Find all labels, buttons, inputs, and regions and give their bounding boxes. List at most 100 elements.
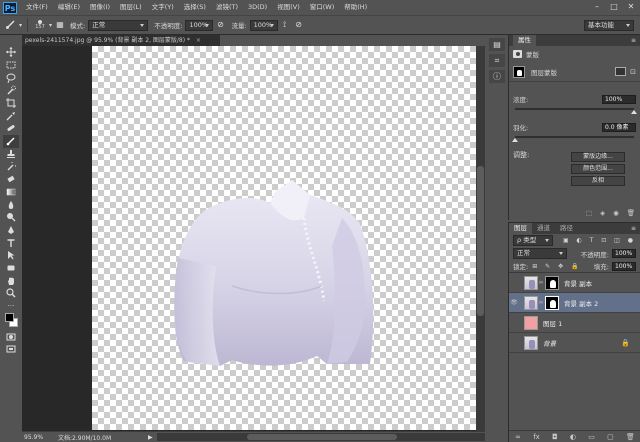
clone-stamp-tool-icon[interactable] — [3, 148, 19, 161]
vertical-scrollbar[interactable] — [476, 46, 485, 431]
layer-name[interactable]: 背景 — [543, 338, 556, 348]
menu-window[interactable]: 窗口(W) — [305, 0, 340, 15]
menu-edit[interactable]: 编辑(E) — [53, 0, 85, 15]
tab-channels[interactable]: 通道 — [532, 223, 555, 234]
brush-preset-picker[interactable]: 157 — [32, 20, 48, 30]
blur-tool-icon[interactable] — [3, 198, 19, 211]
density-slider-knob[interactable] — [631, 107, 637, 114]
gradient-tool-icon[interactable] — [3, 186, 19, 199]
brush-picker-arrow-icon[interactable]: ▾ — [49, 22, 52, 29]
layer-row[interactable]: 背景 🔒 — [509, 333, 640, 353]
tab-close-icon[interactable]: × — [196, 37, 201, 44]
hand-tool-icon[interactable] — [3, 274, 19, 287]
menu-filter[interactable]: 滤镜(T) — [211, 0, 243, 15]
layer-mask-thumb[interactable] — [513, 65, 525, 78]
foreground-color-swatch[interactable] — [5, 313, 14, 323]
layer-name[interactable]: 背景 副本 2 — [564, 298, 598, 308]
history-panel-icon[interactable]: ▤ — [489, 38, 505, 51]
color-range-button[interactable]: 颜色范围... — [571, 164, 625, 174]
mask-edge-button[interactable]: 蒙版边缘... — [571, 152, 625, 162]
trash-icon[interactable]: 🗑 — [626, 433, 635, 441]
new-layer-icon[interactable]: ▢ — [607, 433, 614, 441]
path-selection-tool-icon[interactable] — [3, 249, 19, 262]
pressure-size-icon[interactable]: ⊘ — [292, 18, 306, 32]
layer-row-selected[interactable]: 👁 ∞ 背景 副本 2 — [509, 293, 640, 313]
menu-help[interactable]: 帮助(H) — [339, 0, 372, 15]
visibility-eye-icon[interactable]: 👁 — [509, 299, 519, 306]
horizontal-scroll-thumb[interactable] — [246, 434, 397, 440]
history-brush-tool-icon[interactable] — [3, 160, 19, 173]
lock-icons[interactable]: ⊞ ✎ ✥ 🔒 — [532, 263, 581, 270]
menu-view[interactable]: 视图(V) — [272, 0, 305, 15]
marquee-tool-icon[interactable] — [3, 59, 19, 72]
layer-mask-thumbnail[interactable] — [545, 275, 559, 290]
status-arrow-icon[interactable]: ▶ — [148, 434, 153, 441]
menu-image[interactable]: 图像(I) — [85, 0, 115, 15]
layer-row[interactable]: ∞ 背景 副本 — [509, 273, 640, 293]
apply-mask-icon[interactable]: ◈ — [600, 209, 605, 220]
document-size-info[interactable]: 文档:2.90M/10.0M — [52, 433, 148, 442]
vertical-scroll-thumb[interactable] — [477, 166, 484, 316]
fx-icon[interactable]: fx — [533, 433, 540, 441]
tab-paths[interactable]: 路径 — [555, 223, 578, 234]
new-group-icon[interactable]: ▭ — [588, 433, 595, 441]
flow-field[interactable]: 100% — [249, 19, 278, 31]
pen-tool-icon[interactable] — [3, 224, 19, 237]
close-button[interactable]: ✕ — [624, 1, 638, 12]
menu-type[interactable]: 文字(Y) — [147, 0, 179, 15]
pixel-mask-button-icon[interactable] — [615, 67, 627, 76]
transparency-canvas[interactable] — [92, 46, 478, 430]
healing-brush-tool-icon[interactable] — [3, 122, 19, 135]
swatches-panel-icon[interactable]: ⌗ — [489, 54, 505, 67]
tab-properties[interactable]: 属性 — [513, 35, 536, 46]
layer-name[interactable]: 图层 1 — [543, 318, 562, 328]
mode-dropdown[interactable]: 正常 — [88, 19, 149, 31]
brush-tool-icon[interactable] — [3, 134, 19, 148]
maximize-button[interactable]: □ — [607, 1, 621, 12]
add-mask-icon[interactable]: ◘ — [552, 433, 558, 441]
vector-mask-button-icon[interactable]: ⊡ — [630, 68, 636, 76]
horizontal-scrollbar[interactable] — [156, 433, 485, 441]
move-tool-icon[interactable] — [3, 46, 19, 59]
document-tab[interactable]: pexels-2411574.jpg @ 95.9% (背景 副本 2, 图层蒙… — [22, 35, 220, 46]
menu-select[interactable]: 选择(S) — [179, 0, 211, 15]
menu-file[interactable]: 文件(F) — [21, 0, 53, 15]
menu-3d[interactable]: 3D(D) — [243, 0, 272, 15]
pressure-opacity-icon[interactable]: ⊘ — [213, 18, 227, 32]
load-selection-icon[interactable]: ⬚ — [586, 209, 592, 220]
screen-mode-icon[interactable] — [3, 343, 19, 356]
crop-tool-icon[interactable] — [3, 97, 19, 110]
mask-link-icon[interactable]: ∞ — [538, 279, 544, 286]
blend-mode-dropdown[interactable]: 正常 — [513, 248, 567, 259]
quick-selection-tool-icon[interactable] — [3, 84, 19, 97]
panel-menu-icon[interactable]: ≡ — [631, 37, 636, 44]
eyedropper-tool-icon[interactable] — [3, 109, 19, 122]
more-tools-icon[interactable]: ··· — [3, 300, 19, 313]
workspace-dropdown[interactable]: 基本功能 — [584, 19, 634, 31]
feather-slider-knob[interactable] — [512, 135, 518, 142]
delete-mask-icon[interactable]: 🗑 — [627, 209, 635, 220]
zoom-tool-icon[interactable] — [3, 287, 19, 300]
color-swatches[interactable] — [3, 312, 20, 330]
feather-field[interactable]: 0.0 像素 — [602, 122, 636, 132]
eraser-tool-icon[interactable] — [3, 173, 19, 186]
link-layers-icon[interactable]: ∞ — [515, 433, 521, 441]
zoom-level[interactable]: 95.9% — [22, 434, 52, 441]
info-panel-icon[interactable]: ⓘ — [489, 70, 505, 83]
lasso-tool-icon[interactable] — [3, 71, 19, 84]
type-tool-icon[interactable] — [3, 236, 19, 249]
invert-button[interactable]: 反相 — [571, 176, 625, 186]
layer-filter-dropdown[interactable]: ρ 类型 — [513, 235, 553, 246]
fill-field[interactable]: 100% — [612, 261, 636, 271]
shape-tool-icon[interactable] — [3, 262, 19, 275]
dodge-tool-icon[interactable] — [3, 211, 19, 224]
brush-tool-icon[interactable] — [4, 18, 18, 32]
layers-panel-menu-icon[interactable]: ≡ — [631, 225, 640, 232]
document-canvas-area[interactable] — [22, 46, 485, 431]
menu-layer[interactable]: 图层(L) — [115, 0, 147, 15]
airbrush-icon[interactable]: ⟟ — [278, 18, 292, 32]
density-slider[interactable] — [515, 108, 637, 114]
layer-filter-icons[interactable]: ▣ ◐ T ⊡ ◫ ● — [563, 237, 636, 244]
density-field[interactable]: 100% — [602, 94, 636, 104]
quick-mask-icon[interactable] — [3, 330, 19, 343]
